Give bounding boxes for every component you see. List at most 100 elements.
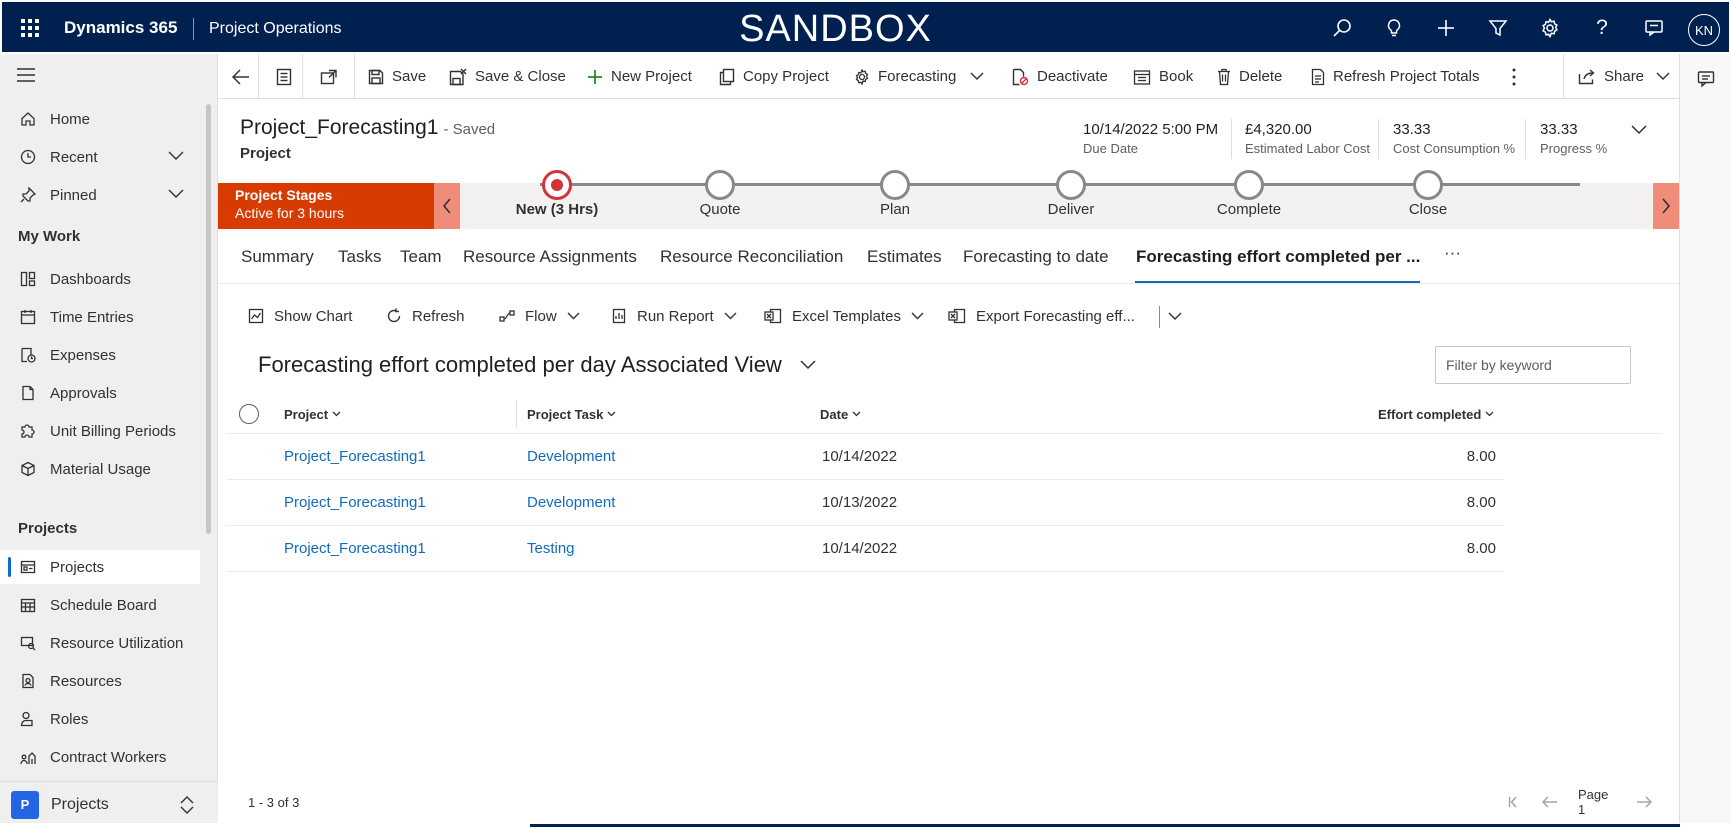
- open-new-window-icon[interactable]: [320, 54, 338, 99]
- refresh-button[interactable]: Refresh: [386, 304, 465, 328]
- tab-estimates[interactable]: Estimates: [867, 247, 942, 267]
- next-page-arrow-icon[interactable]: [1636, 796, 1652, 808]
- sidebar-item-projects[interactable]: Projects: [0, 550, 200, 584]
- tab-summary[interactable]: Summary: [241, 247, 314, 267]
- save-button[interactable]: Save: [368, 54, 426, 99]
- sidebar-item-schedule-board[interactable]: Schedule Board: [0, 588, 200, 622]
- save-and-close-button[interactable]: Save & Close: [449, 54, 566, 99]
- sidebar-item-recent[interactable]: Recent: [0, 140, 200, 174]
- bpf-stage-plan[interactable]: Plan: [815, 170, 975, 218]
- tab-team[interactable]: Team: [400, 247, 442, 267]
- table-row[interactable]: Project_Forecasting1 Development 10/13/2…: [226, 480, 1504, 526]
- new-project-button[interactable]: New Project: [587, 54, 692, 99]
- excel-templates-dropdown-button[interactable]: Excel Templates: [764, 304, 924, 328]
- tab-resource-reconciliation[interactable]: Resource Reconciliation: [660, 247, 843, 267]
- tab-tasks[interactable]: Tasks: [338, 247, 381, 267]
- calendar-icon: [1133, 69, 1151, 85]
- header-expand-chevron-icon[interactable]: [1631, 125, 1647, 135]
- help-question-icon[interactable]: ?: [1590, 16, 1614, 40]
- table-row[interactable]: Project_Forecasting1 Testing 10/14/2022 …: [226, 526, 1504, 572]
- bpf-process-label[interactable]: Project Stages Active for 3 hours: [218, 183, 434, 229]
- sidebar-item-material-usage[interactable]: Material Usage: [0, 452, 200, 486]
- column-header-effort-completed[interactable]: Effort completed: [1378, 394, 1494, 434]
- sidebar-scrollbar[interactable]: [206, 104, 211, 534]
- bpf-stage-close[interactable]: Close: [1348, 170, 1508, 218]
- sidebar-item-dashboards[interactable]: Dashboards: [0, 262, 200, 296]
- column-header-project[interactable]: Project: [284, 394, 341, 434]
- save-label: Save: [392, 68, 427, 85]
- tab-forecasting-effort-completed[interactable]: Forecasting effort completed per ...: [1136, 247, 1420, 267]
- sidebar-item-roles[interactable]: Roles: [0, 702, 200, 736]
- sidebar-item-pinned[interactable]: Pinned: [0, 178, 200, 212]
- chat-comment-icon[interactable]: [1697, 70, 1715, 88]
- window-bottom-edge: [0, 823, 1731, 827]
- stage-label: Close: [1408, 201, 1448, 218]
- tab-resource-assignments[interactable]: Resource Assignments: [463, 247, 637, 267]
- form-selector-icon[interactable]: [276, 54, 292, 99]
- forecasting-dropdown-button[interactable]: Forecasting: [854, 54, 984, 99]
- sidebar-item-home[interactable]: Home: [0, 102, 200, 136]
- table-row[interactable]: Project_Forecasting1 Development 10/14/2…: [226, 434, 1504, 480]
- search-icon[interactable]: [1330, 16, 1354, 40]
- book-label: Book: [1159, 68, 1194, 85]
- column-header-date[interactable]: Date: [820, 394, 861, 434]
- lightbulb-icon[interactable]: [1382, 16, 1406, 40]
- view-selector[interactable]: Forecasting effort completed per day Ass…: [258, 352, 816, 378]
- first-page-icon[interactable]: [1508, 796, 1522, 808]
- show-chart-button[interactable]: Show Chart: [248, 304, 352, 328]
- export-to-excel-button[interactable]: Export Forecasting eff...: [948, 304, 1135, 328]
- refresh-project-totals-button[interactable]: Refresh Project Totals: [1311, 54, 1479, 99]
- sidebar-item-time-entries[interactable]: Time Entries: [0, 300, 200, 334]
- bpf-previous-chevron-icon[interactable]: [434, 183, 460, 229]
- bpf-stage-quote[interactable]: Quote: [640, 170, 800, 218]
- deactivate-button[interactable]: Deactivate: [1011, 54, 1108, 99]
- cell-project-link[interactable]: Project_Forecasting1: [284, 480, 426, 525]
- share-label: Share: [1604, 68, 1645, 85]
- bpf-stage-deliver[interactable]: Deliver: [991, 170, 1151, 218]
- sidebar-item-resource-utilization[interactable]: Resource Utilization: [0, 626, 200, 660]
- bpf-next-chevron-icon[interactable]: [1653, 183, 1679, 229]
- hamburger-menu-icon[interactable]: [17, 68, 35, 82]
- column-header-project-task[interactable]: Project Task: [527, 394, 616, 434]
- feedback-chat-icon[interactable]: [1642, 16, 1666, 40]
- chevron-down-icon: [724, 312, 737, 320]
- bpf-stage-new[interactable]: New (3 Hrs): [477, 170, 637, 218]
- delete-button[interactable]: Delete: [1217, 54, 1282, 99]
- sidebar-item-approvals[interactable]: Approvals: [0, 376, 200, 410]
- sidebar-item-contract-workers[interactable]: Contract Workers: [0, 740, 200, 774]
- home-icon: [18, 111, 38, 127]
- tab-overflow-more[interactable]: ···: [1444, 243, 1461, 263]
- active-tab-indicator: [1135, 281, 1420, 283]
- cell-task-link[interactable]: Development: [527, 480, 615, 525]
- filter-icon[interactable]: [1486, 16, 1510, 40]
- filter-by-keyword-input[interactable]: [1435, 346, 1631, 384]
- area-switcher[interactable]: P Projects: [0, 781, 218, 827]
- bpf-stage-complete[interactable]: Complete: [1169, 170, 1329, 218]
- settings-gear-icon[interactable]: [1538, 16, 1562, 40]
- tab-forecasting-to-date[interactable]: Forecasting to date: [963, 247, 1109, 267]
- user-avatar[interactable]: KN: [1688, 14, 1720, 46]
- cell-task-link[interactable]: Development: [527, 434, 615, 479]
- flow-dropdown-button[interactable]: Flow: [499, 304, 580, 328]
- select-all-checkbox[interactable]: [239, 404, 259, 424]
- cell-project-link[interactable]: Project_Forecasting1: [284, 434, 426, 479]
- share-dropdown-button[interactable]: Share: [1578, 54, 1670, 99]
- more-commands-icon[interactable]: [1512, 54, 1516, 99]
- project-board-icon: [18, 559, 38, 575]
- chevron-down-icon[interactable]: [168, 189, 184, 199]
- cell-project-link[interactable]: Project_Forecasting1: [284, 526, 426, 571]
- active-stage-marker-icon: [542, 170, 572, 200]
- plus-icon[interactable]: [1434, 16, 1458, 40]
- back-arrow-icon[interactable]: [232, 54, 250, 99]
- more-grid-commands-chevron-icon[interactable]: [1168, 304, 1182, 328]
- column-resize-handle[interactable]: [516, 400, 517, 428]
- run-report-dropdown-button[interactable]: Run Report: [611, 304, 737, 328]
- chevron-down-icon[interactable]: [168, 151, 184, 161]
- cell-task-link[interactable]: Testing: [527, 526, 575, 571]
- book-button[interactable]: Book: [1133, 54, 1193, 99]
- sidebar-item-expenses[interactable]: Expenses: [0, 338, 200, 372]
- previous-page-arrow-icon[interactable]: [1542, 796, 1558, 808]
- sidebar-item-unit-billing-periods[interactable]: Unit Billing Periods: [0, 414, 200, 448]
- sidebar-item-resources[interactable]: Resources: [0, 664, 200, 698]
- copy-project-button[interactable]: Copy Project: [719, 54, 829, 99]
